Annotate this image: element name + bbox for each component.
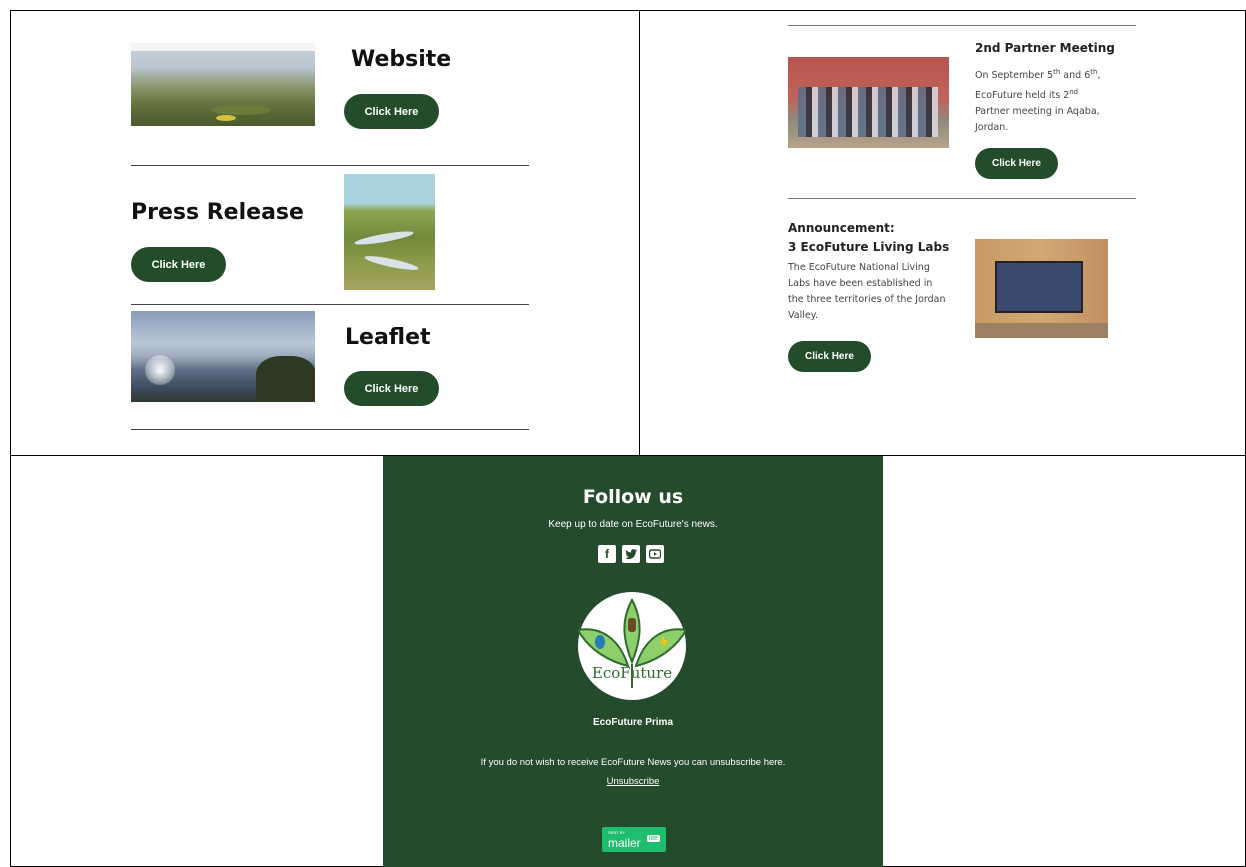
newsletter-footer: Follow us Keep up to date on EcoFuture's… (383, 456, 883, 867)
badge-main-text: mailer (608, 836, 641, 850)
partner-meeting-click-here-button[interactable]: Click Here (975, 148, 1058, 179)
website-click-here-button[interactable]: Click Here (344, 94, 439, 129)
organization-name: EcoFuture Prima (592, 717, 674, 728)
social-icons: f (598, 545, 664, 563)
living-labs-photo[interactable] (975, 239, 1108, 338)
separator (788, 198, 1136, 199)
leaflet-title: Leaflet (345, 325, 431, 350)
press-release-title: Press Release (131, 200, 304, 225)
leaflet-image[interactable] (131, 311, 315, 402)
facebook-icon[interactable]: f (598, 545, 616, 563)
website-screenshot-image[interactable] (131, 43, 315, 126)
badge-tag-text: lite (647, 835, 660, 842)
separator (788, 25, 1136, 26)
mailerlite-badge[interactable]: SENT BY mailer lite (602, 827, 666, 852)
partner-meeting-description: On September 5th and 6th, EcoFuture held… (975, 68, 1101, 134)
press-release-click-here-button[interactable]: Click Here (131, 247, 226, 282)
unsubscribe-note: If you do not wish to receive EcoFuture … (480, 757, 786, 768)
separator (131, 429, 529, 430)
announcement-label: Announcement: (788, 221, 895, 235)
left-panel-frame (10, 10, 640, 456)
living-labs-description: The EcoFuture National Living Labs have … (788, 262, 946, 321)
twitter-icon[interactable] (622, 545, 640, 563)
leaflet-click-here-button[interactable]: Click Here (344, 371, 439, 406)
ecofuture-logo: EcoFuture (578, 592, 686, 700)
living-labs-title: 3 EcoFuture Living Labs (788, 240, 950, 254)
separator (131, 165, 529, 166)
unsubscribe-link[interactable]: Unsubscribe (383, 776, 883, 787)
logo-wordmark: EcoFuture (591, 664, 673, 682)
living-labs-click-here-button[interactable]: Click Here (788, 341, 871, 372)
badge-top-text: SENT BY (608, 830, 626, 835)
website-title: Website (351, 47, 452, 72)
press-release-image[interactable] (344, 174, 435, 290)
partner-meeting-title: 2nd Partner Meeting (975, 41, 1115, 55)
youtube-icon[interactable] (646, 545, 664, 563)
partner-meeting-photo[interactable] (788, 57, 949, 148)
follow-us-subheading: Keep up to date on EcoFuture's news. (548, 519, 718, 530)
follow-us-heading: Follow us (582, 486, 684, 508)
separator (131, 304, 529, 305)
